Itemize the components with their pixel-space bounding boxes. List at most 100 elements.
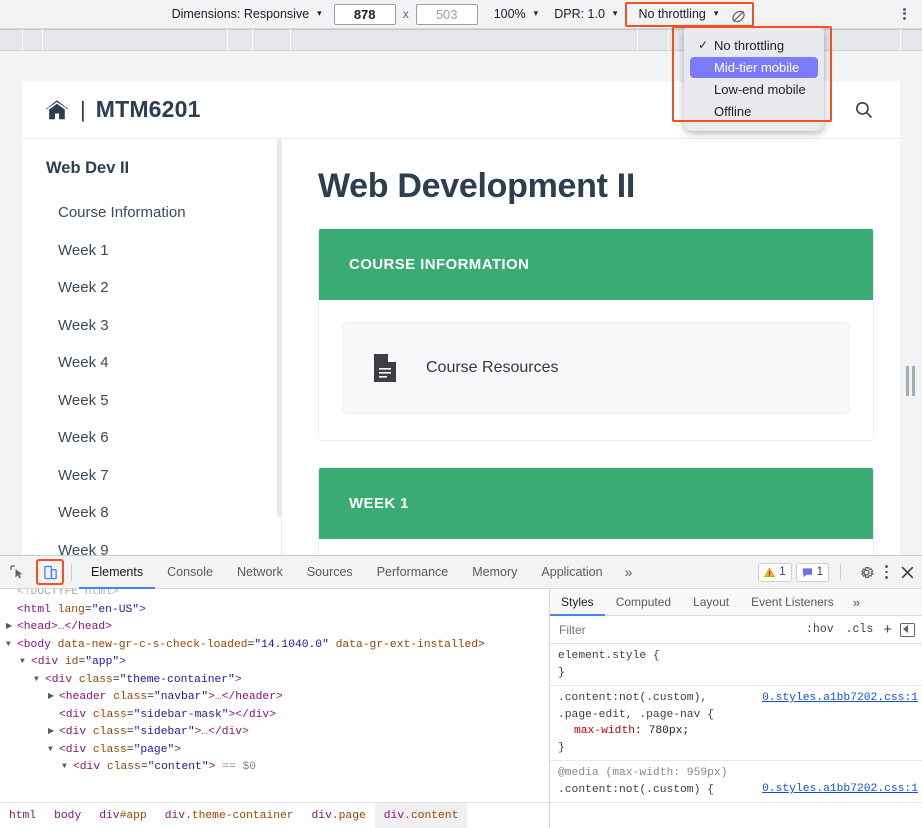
viewport-height-input[interactable] <box>416 4 478 25</box>
brand-separator: | <box>80 97 86 123</box>
expanded-arrow-icon[interactable]: ▼ <box>62 758 73 776</box>
gear-icon[interactable] <box>858 564 875 581</box>
rule-source-link[interactable]: 0.styles.a1bb7202.css:1 <box>762 690 918 707</box>
throttle-option-low-end-mobile[interactable]: Low-end mobile <box>690 79 818 100</box>
collapsed-arrow-icon[interactable]: ▶ <box>6 618 17 636</box>
dom-tree-panel[interactable]: <!DOCTYPE html><html lang="en-US">▶<head… <box>0 589 550 828</box>
hover-state-button[interactable]: :hov <box>800 623 840 636</box>
dom-token: <div <box>31 656 58 668</box>
search-icon[interactable] <box>854 100 874 120</box>
expanded-arrow-icon[interactable]: ▼ <box>20 653 31 671</box>
breadcrumb-tag: div <box>312 810 332 822</box>
warning-badge[interactable]: 1 <box>758 563 791 582</box>
style-rule-content-max-width[interactable]: .content:not(.custom), .page-edit, .page… <box>550 686 922 761</box>
tab-elements[interactable]: Elements <box>79 556 155 589</box>
breadcrumb-item-body[interactable]: body <box>45 803 90 828</box>
throttle-option-offline[interactable]: Offline <box>690 101 818 122</box>
breadcrumb-item-html[interactable]: html <box>0 803 45 828</box>
dom-tree-line[interactable]: ▼<div id="app"> <box>0 654 549 672</box>
message-badge[interactable]: 1 <box>796 563 829 582</box>
throttling-dropdown-menu[interactable]: ✓ No throttling Mid-tier mobile Low-end … <box>684 28 824 131</box>
new-style-rule-button[interactable]: + <box>879 621 896 638</box>
style-rule-element-style[interactable]: element.style { } <box>550 644 922 686</box>
dom-tree-line[interactable]: ▶<header class="navbar">…</header> <box>0 689 549 707</box>
breadcrumb-item-div-app[interactable]: div#app <box>90 803 155 828</box>
rule-source-link[interactable]: 0.styles.a1bb7202.css:1 <box>762 781 918 798</box>
inspect-element-button[interactable] <box>4 559 30 585</box>
throttle-option-mid-tier-mobile[interactable]: Mid-tier mobile <box>690 57 818 78</box>
expanded-arrow-icon[interactable]: ▼ <box>48 741 59 759</box>
sidebar-item-week-4[interactable]: Week 4 <box>22 344 281 382</box>
device-emulation-toolbar: Dimensions: Responsive ▾ x 100% ▾ DPR: 1… <box>0 0 922 29</box>
breadcrumb-tag: div <box>384 810 404 822</box>
tab-memory[interactable]: Memory <box>460 556 529 589</box>
dom-token: <div <box>59 744 86 756</box>
expanded-arrow-icon[interactable]: ▼ <box>6 636 17 654</box>
dpr-selector[interactable]: DPR: 1.0 ▾ <box>550 7 617 21</box>
tab-layout[interactable]: Layout <box>682 589 740 616</box>
network-disabled-icon[interactable] <box>730 8 747 25</box>
dom-tree-line[interactable]: ▼<body data-new-gr-c-s-check-loaded="14.… <box>0 637 549 655</box>
sidebar-item-week-6[interactable]: Week 6 <box>22 419 281 457</box>
collapsed-arrow-icon[interactable]: ▶ <box>48 688 59 706</box>
home-icon[interactable] <box>44 97 70 123</box>
sidebar-item-week-8[interactable]: Week 8 <box>22 494 281 532</box>
styles-panel: Styles Computed Layout Event Listeners »… <box>550 589 922 828</box>
ruler-tick <box>900 29 901 51</box>
collapsed-arrow-icon[interactable]: ▶ <box>48 723 59 741</box>
dom-tree-line[interactable]: ▼<div class="theme-container"> <box>0 672 549 690</box>
tab-console[interactable]: Console <box>155 556 225 589</box>
sidebar-item-week-7[interactable]: Week 7 <box>22 457 281 495</box>
styles-rules-list: element.style { } .content:not(.custom),… <box>550 644 922 803</box>
tab-sources[interactable]: Sources <box>295 556 365 589</box>
resource-item-course-resources[interactable]: Course Resources <box>343 322 849 414</box>
dom-tree-line[interactable]: <html lang="en-US"> <box>0 602 549 620</box>
dom-token: "14.1040.0" <box>254 639 329 651</box>
close-icon[interactable] <box>899 564 916 581</box>
computed-sidebar-toggle-icon[interactable] <box>900 623 915 637</box>
tab-network[interactable]: Network <box>225 556 295 589</box>
sidebar-item-week-3[interactable]: Week 3 <box>22 307 281 345</box>
dom-tree-line[interactable]: ▼<div class="content"> == $0 <box>0 759 549 777</box>
breadcrumb-item-div-theme-container[interactable]: div.theme-container <box>156 803 303 828</box>
throttle-option-no-throttling[interactable]: ✓ No throttling <box>690 35 818 56</box>
tab-performance[interactable]: Performance <box>365 556 461 589</box>
dom-tree-line[interactable]: ▶<head>…</head> <box>0 619 549 637</box>
viewport-resize-handle-right[interactable] <box>903 364 917 398</box>
dimensions-selector[interactable]: Dimensions: Responsive ▾ <box>168 7 322 21</box>
tab-computed[interactable]: Computed <box>605 589 682 616</box>
breadcrumb-item-div-page[interactable]: div.page <box>303 803 375 828</box>
sidebar-scrollbar[interactable] <box>277 139 281 517</box>
devtools-toolbar-right: 1 1 <box>758 563 922 582</box>
toggle-device-toolbar-button[interactable] <box>36 559 64 585</box>
sidebar-item-week-1[interactable]: Week 1 <box>22 232 281 270</box>
expanded-arrow-icon[interactable]: ▼ <box>34 671 45 689</box>
style-rule-media-query[interactable]: @media (max-width: 959px) .content:not(.… <box>550 761 922 803</box>
tab-application[interactable]: Application <box>529 556 614 589</box>
zoom-selector[interactable]: 100% ▾ <box>490 7 539 21</box>
throttling-selector[interactable]: No throttling ▾ <box>634 7 718 21</box>
devtools-more-options-button[interactable] <box>879 564 893 581</box>
styles-filter-input[interactable] <box>550 622 800 638</box>
toolbar-more-options-button[interactable] <box>896 6 912 22</box>
viewport-width-input[interactable] <box>334 4 396 25</box>
sidebar-item-week-5[interactable]: Week 5 <box>22 382 281 420</box>
dom-tree-line[interactable]: ▼<div class="page"> <box>0 742 549 760</box>
more-tabs-button[interactable]: » <box>615 564 643 580</box>
site-brand[interactable]: | MTM6201 <box>44 96 201 123</box>
tab-styles[interactable]: Styles <box>550 589 605 616</box>
chevron-down-icon: ▾ <box>534 8 539 19</box>
sidebar-item-week-2[interactable]: Week 2 <box>22 269 281 307</box>
toolbar-divider <box>840 564 841 581</box>
dom-tree-line[interactable]: ▶<div class="sidebar">…</div> <box>0 724 549 742</box>
element-classes-button[interactable]: .cls <box>840 623 880 636</box>
rule-declaration[interactable]: max-width: 780px; <box>558 723 922 740</box>
handle-bar <box>912 366 915 396</box>
styles-more-tabs-button[interactable]: » <box>845 595 868 610</box>
breadcrumb-item-div-content[interactable]: div.content <box>375 803 468 828</box>
tab-event-listeners[interactable]: Event Listeners <box>740 589 845 616</box>
sidebar-item-course-information[interactable]: Course Information <box>22 194 281 232</box>
dom-tree-line[interactable]: <div class="sidebar-mask"></div> <box>0 707 549 725</box>
dom-token: "sidebar-mask" <box>134 709 229 721</box>
dom-tree-line[interactable]: <!DOCTYPE html> <box>0 589 549 602</box>
